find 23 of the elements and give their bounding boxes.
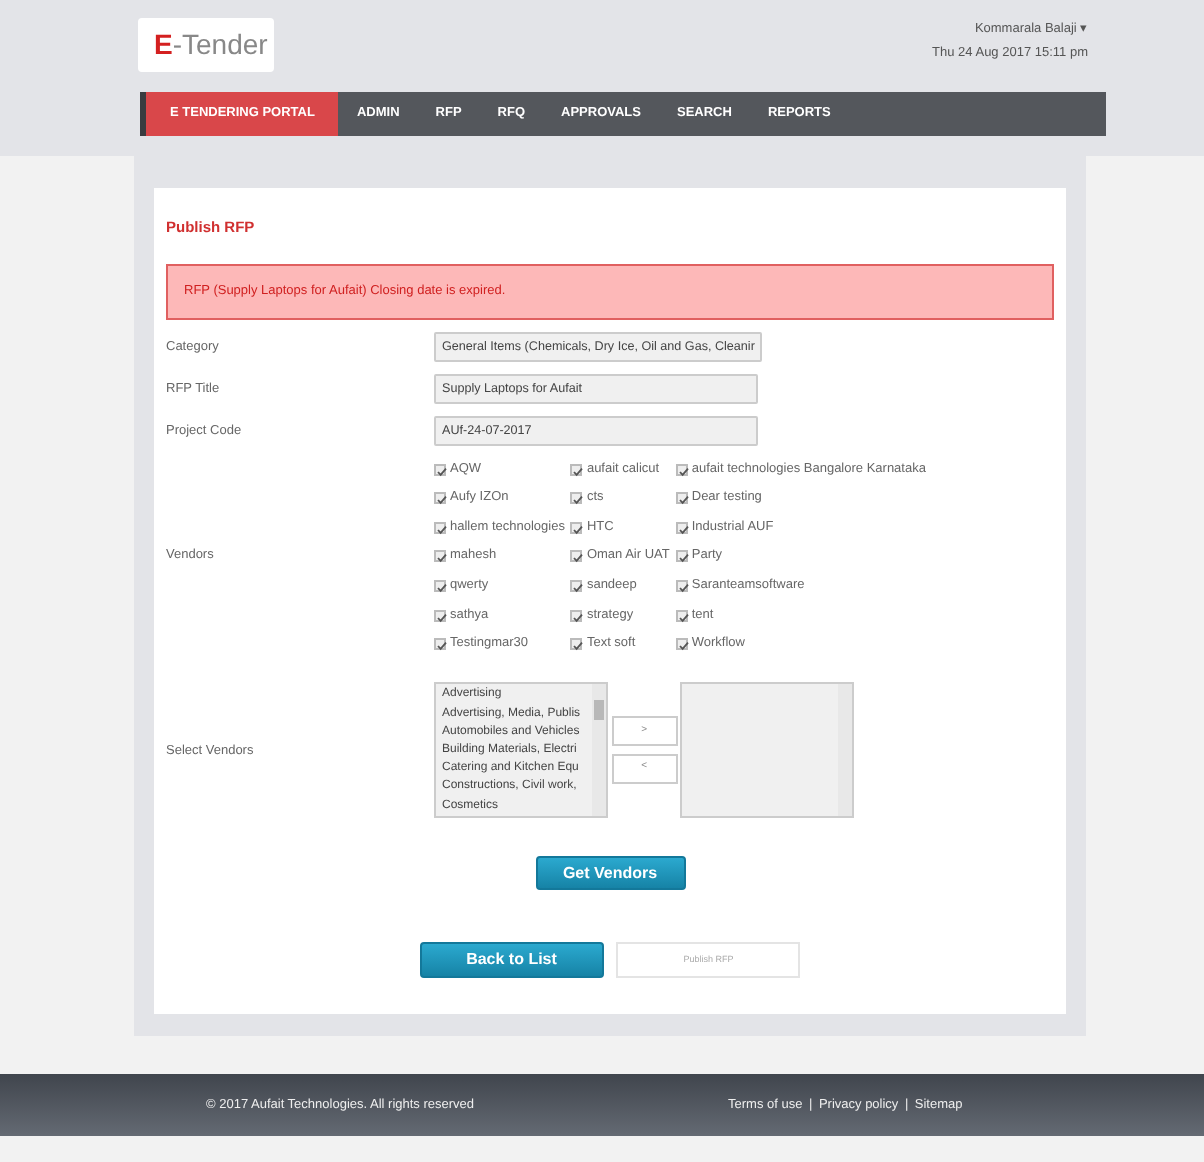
checkbox[interactable]: [675, 579, 688, 592]
checkbox[interactable]: [570, 463, 583, 476]
checkbox[interactable]: [675, 463, 688, 476]
checkbox[interactable]: [434, 492, 446, 505]
checkbox[interactable]: [434, 609, 446, 622]
checkbox[interactable]: [434, 521, 446, 534]
checkbox[interactable]: [570, 579, 583, 592]
checkbox[interactable]: [570, 492, 583, 505]
checkbox[interactable]: [675, 550, 688, 563]
checkbox[interactable]: [570, 550, 583, 563]
checkbox[interactable]: [434, 579, 446, 592]
checkbox[interactable]: [675, 609, 688, 622]
scrollbar[interactable]: [592, 684, 606, 817]
checkbox[interactable]: [675, 638, 688, 651]
checkbox[interactable]: [675, 521, 688, 534]
checkbox[interactable]: [675, 492, 688, 505]
checkbox[interactable]: [570, 521, 583, 534]
checkbox[interactable]: [434, 463, 446, 476]
checkbox[interactable]: [434, 638, 446, 651]
checkbox[interactable]: [570, 638, 583, 651]
checkbox[interactable]: [570, 609, 583, 622]
checkbox[interactable]: [434, 550, 446, 563]
logo: E-Tender: [138, 18, 274, 72]
